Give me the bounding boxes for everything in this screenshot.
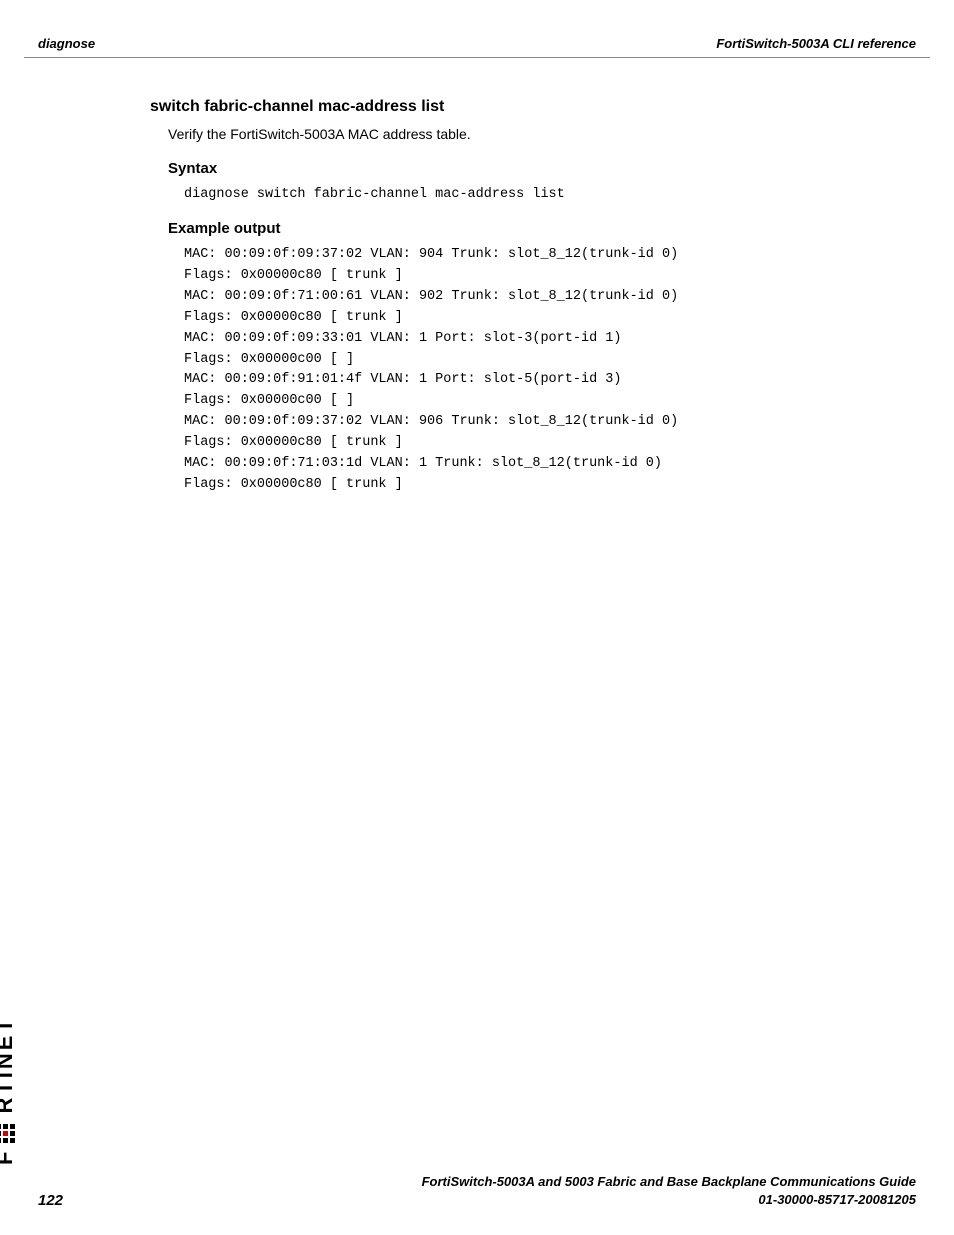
page-footer: 122 FortiSwitch-5003A and 5003 Fabric an… — [0, 1173, 954, 1209]
section-description: Verify the FortiSwitch-5003A MAC address… — [168, 126, 894, 142]
header-rule — [24, 57, 930, 58]
footer-lines: FortiSwitch-5003A and 5003 Fabric and Ba… — [422, 1173, 916, 1209]
footer-line-2: 01-30000-85717-20081205 — [422, 1191, 916, 1209]
logo-prefix: F — [0, 1149, 18, 1165]
example-output-heading: Example output — [168, 220, 894, 237]
page-header: diagnose FortiSwitch-5003A CLI reference — [0, 0, 954, 57]
logo-text: RTINET — [0, 1016, 18, 1113]
section-title: switch fabric-channel mac-address list — [150, 98, 894, 116]
content-area: switch fabric-channel mac-address list V… — [0, 58, 954, 496]
header-right: FortiSwitch-5003A CLI reference — [716, 36, 916, 51]
header-left: diagnose — [38, 36, 95, 51]
syntax-heading: Syntax — [168, 160, 894, 177]
page-number: 122 — [38, 1192, 63, 1209]
footer-line-1: FortiSwitch-5003A and 5003 Fabric and Ba… — [422, 1173, 916, 1191]
brand-logo: F RTINET — [0, 1016, 18, 1165]
example-output-code: MAC: 00:09:0f:09:37:02 VLAN: 904 Trunk: … — [184, 245, 894, 496]
logo-mark-icon — [0, 1124, 15, 1143]
syntax-code: diagnose switch fabric-channel mac-addre… — [184, 185, 894, 206]
